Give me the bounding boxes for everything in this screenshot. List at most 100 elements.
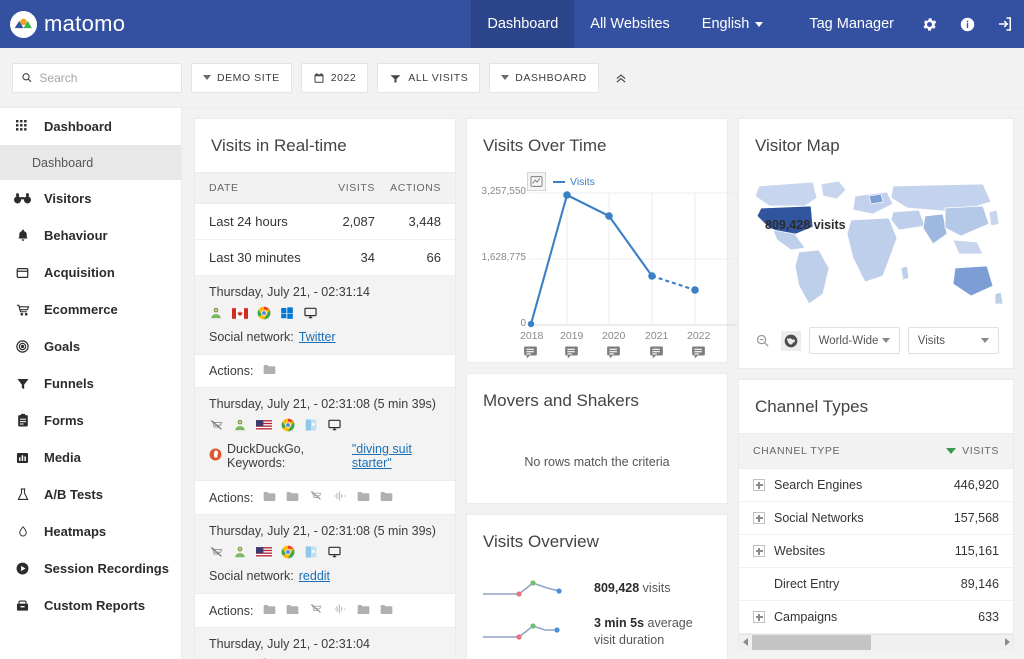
- sidebar-item-ecommerce[interactable]: Ecommerce: [0, 291, 181, 328]
- sidebar-item-behaviour[interactable]: Behaviour: [0, 217, 181, 254]
- sign-in-icon[interactable]: [986, 0, 1024, 48]
- table-row[interactable]: Last 30 minutes 34 66: [195, 240, 455, 276]
- page-icon[interactable]: [263, 604, 276, 618]
- nav-item-all-websites[interactable]: All Websites: [574, 0, 686, 48]
- page-icon[interactable]: [286, 604, 299, 618]
- expand-icon[interactable]: [753, 545, 765, 557]
- widget-movers-and-shakers: Movers and Shakers No rows match the cri…: [466, 373, 728, 504]
- search-input[interactable]: [39, 71, 173, 85]
- scroll-left-arrow-icon[interactable]: [739, 638, 752, 646]
- list-item[interactable]: Thursday, July 21, - 02:31:04 Website: d…: [195, 628, 455, 659]
- nav-item-language-label: English: [702, 16, 750, 32]
- list-item[interactable]: Thursday, July 21, - 02:31:08 (5 min 39s…: [195, 388, 455, 481]
- sidebar-item-custom-reports[interactable]: Custom Reports: [0, 587, 181, 624]
- visit-timestamp: Thursday, July 21, - 02:31:14: [209, 285, 441, 299]
- visit-referrer-link[interactable]: "diving suit starter": [352, 442, 441, 470]
- sidebar-item-heatmaps[interactable]: Heatmaps: [0, 513, 181, 550]
- sparkline-icon[interactable]: [481, 617, 581, 646]
- page-icon[interactable]: [357, 491, 370, 505]
- list-item[interactable]: Thursday, July 21, - 02:31:14: [195, 276, 455, 355]
- sidebar-item-funnels[interactable]: Funnels: [0, 365, 181, 402]
- wave-icon[interactable]: [333, 490, 347, 505]
- matomo-logo[interactable]: matomo: [0, 0, 360, 48]
- table-row[interactable]: Campaigns 633: [739, 601, 1013, 634]
- selector-bar: DEMO SITE 2022 ALL VISITS DASHBOARD: [0, 48, 1024, 108]
- scroll-right-arrow-icon[interactable]: [1000, 638, 1013, 646]
- map-metric-select[interactable]: Visits: [908, 327, 999, 354]
- desktop-icon: [303, 306, 318, 323]
- wave-icon[interactable]: [333, 603, 347, 618]
- table-row[interactable]: Social Networks 157,568: [739, 502, 1013, 535]
- dashboard-column-3: Visitor Map 809,428 visits: [738, 118, 1014, 650]
- sidebar-item-goals[interactable]: Goals: [0, 328, 181, 365]
- page-icon[interactable]: [380, 491, 393, 505]
- sidebar-item-ab-tests[interactable]: A/B Tests: [0, 476, 181, 513]
- sidebar-item-media[interactable]: Media: [0, 439, 181, 476]
- sidebar: Dashboard Dashboard Visitors Behaviour: [0, 108, 182, 659]
- list-item[interactable]: Thursday, July 21, - 02:31:08 (5 min 39s…: [195, 515, 455, 594]
- widget-visits-in-realtime: Visits in Real-time DATE VISITS ACTIONS …: [194, 118, 456, 659]
- chevron-down-icon: [501, 75, 509, 80]
- globe-icon[interactable]: [781, 331, 801, 351]
- page-icon[interactable]: [357, 604, 370, 618]
- world-map[interactable]: 809,428 visits: [747, 172, 1005, 317]
- channel-types-horizontal-scrollbar[interactable]: [739, 634, 1013, 649]
- no-cart-icon[interactable]: [309, 490, 323, 505]
- dashboard-selector-button[interactable]: DASHBOARD: [489, 63, 598, 93]
- info-icon[interactable]: [948, 0, 986, 48]
- expand-icon[interactable]: [753, 512, 765, 524]
- annotation-icon[interactable]: [691, 345, 706, 363]
- x-axis-tick-2022: 2022: [687, 330, 710, 342]
- sparkline-icon[interactable]: [481, 574, 581, 603]
- binoculars-icon: [14, 192, 31, 205]
- site-selector-button[interactable]: DEMO SITE: [191, 63, 292, 93]
- sidebar-item-custom-reports-label: Custom Reports: [44, 598, 145, 613]
- table-row[interactable]: Search Engines 446,920: [739, 469, 1013, 502]
- period-selector-button[interactable]: 2022: [301, 63, 369, 93]
- no-cart-icon: [209, 419, 224, 435]
- chrome-icon: [257, 306, 271, 323]
- realtime-row-label: Last 24 hours: [209, 214, 313, 229]
- nav-gap: [779, 0, 793, 48]
- sidebar-item-forms[interactable]: Forms: [0, 402, 181, 439]
- table-row[interactable]: Direct Entry 89,146: [739, 568, 1013, 601]
- sidebar-item-acquisition[interactable]: Acquisition: [0, 254, 181, 291]
- nav-item-dashboard[interactable]: Dashboard: [471, 0, 574, 48]
- annotation-icon[interactable]: [606, 345, 621, 363]
- realtime-row-actions: 3,448: [375, 214, 441, 229]
- no-cart-icon[interactable]: [309, 603, 323, 618]
- table-row[interactable]: Last 24 hours 2,087 3,448: [195, 204, 455, 240]
- search-box[interactable]: [12, 63, 182, 93]
- nav-item-tag-manager[interactable]: Tag Manager: [793, 0, 910, 48]
- sidebar-item-ecommerce-label: Ecommerce: [44, 302, 118, 317]
- expand-icon[interactable]: [753, 479, 765, 491]
- nav-item-language[interactable]: English: [686, 0, 780, 48]
- sidebar-item-dashboard[interactable]: Dashboard: [0, 108, 181, 145]
- sidebar-subitem-dashboard[interactable]: Dashboard: [0, 145, 181, 180]
- page-icon[interactable]: [286, 491, 299, 505]
- cart-icon: [14, 303, 31, 317]
- channel-types-col-visits[interactable]: VISITS: [946, 445, 999, 457]
- nav-item-all-websites-label: All Websites: [590, 16, 670, 32]
- sidebar-item-visitors[interactable]: Visitors: [0, 180, 181, 217]
- visit-referrer-link[interactable]: reddit: [299, 569, 330, 583]
- annotation-icon[interactable]: [649, 345, 664, 363]
- sidebar-item-heatmaps-label: Heatmaps: [44, 524, 106, 539]
- collapse-toggle-button[interactable]: [608, 65, 634, 91]
- sidebar-item-session-recordings[interactable]: Session Recordings: [0, 550, 181, 587]
- annotation-icon[interactable]: [523, 345, 538, 363]
- page-icon[interactable]: [263, 364, 276, 378]
- page-icon[interactable]: [380, 604, 393, 618]
- table-row[interactable]: Websites 115,161: [739, 535, 1013, 568]
- channel-types-col-label[interactable]: CHANNEL TYPE: [753, 445, 946, 457]
- scrollbar-track[interactable]: [752, 635, 1000, 650]
- page-icon[interactable]: [263, 491, 276, 505]
- expand-icon[interactable]: [753, 611, 765, 623]
- annotation-icon[interactable]: [564, 345, 579, 363]
- segment-selector-button[interactable]: ALL VISITS: [377, 63, 480, 93]
- channel-type-visits: 115,161: [955, 544, 999, 558]
- visit-referrer-link[interactable]: Twitter: [299, 330, 336, 344]
- gear-icon[interactable]: [910, 0, 948, 48]
- scrollbar-thumb[interactable]: [752, 635, 871, 650]
- map-region-select[interactable]: World-Wide: [809, 327, 900, 354]
